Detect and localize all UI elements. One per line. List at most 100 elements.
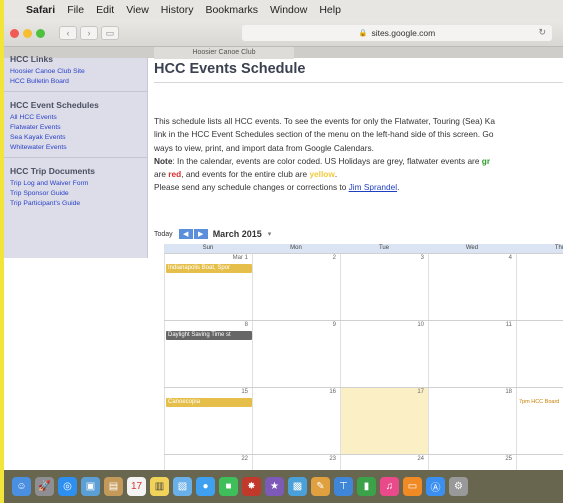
numbers-icon[interactable]: ▮ [357,477,376,496]
day-header: Tue [378,245,390,251]
app-store-icon[interactable]: ▩ [288,477,307,496]
ibooks-icon[interactable]: ▭ [403,477,422,496]
reload-icon[interactable]: ↻ [538,27,546,38]
desc-line: link in the HCC Event Schedules section … [154,129,494,140]
sidebar-toggle-button[interactable]: ▭ [101,26,119,40]
calendar-event[interactable]: Canoecopia [166,398,252,407]
calendar-day-cell[interactable] [516,455,563,470]
sidebar-link-participant-guide[interactable]: Trip Participant's Guide [10,200,141,207]
calendar-icon[interactable]: 17 [127,477,146,496]
calendar-day-cell-today[interactable]: 17 [340,388,428,455]
itunes-icon[interactable]: ♫ [380,477,399,496]
calendar-day-cell[interactable]: 23 [252,455,340,470]
close-window-button[interactable] [10,28,19,38]
sidebar-link-all-events[interactable]: All HCC Events [10,114,141,121]
pages-icon[interactable]: ✎ [311,477,330,496]
calendar-event[interactable]: 7pm HCC Board [519,399,559,405]
calendar-day-cell[interactable]: 7pm HCC Board [516,388,563,455]
notes-icon[interactable]: ▤ [104,477,123,496]
app-store-2-icon[interactable]: Ⓐ [426,477,445,496]
chevron-left-icon: ◀ [182,231,189,238]
address-bar[interactable]: 🔒 sites.google.com ↻ [242,25,552,41]
sidebar-link-bulletin-board[interactable]: HCC Bulletin Board [10,78,141,85]
color-text-c: . [334,169,338,180]
calendar-day-cell[interactable]: 18 [428,388,516,455]
corrections-text: Please send any schedule changes or corr… [154,182,349,193]
calendar-date: 9 [332,322,336,328]
facetime-icon[interactable]: ■ [219,477,238,496]
imovie-icon[interactable]: ★ [265,477,284,496]
calendar-today-button[interactable]: Today [154,231,173,238]
calendar-event[interactable]: Indianapolis Boat, Spor [166,264,252,273]
sidebar-link-flatwater[interactable]: Flatwater Events [10,124,141,131]
menu-bar: Safari File Edit View History Bookmarks … [4,0,563,20]
calendar-day-cell[interactable]: 25 [428,455,516,470]
calendar-day-cell[interactable] [516,321,563,388]
day-header: Sun [202,245,214,251]
zoom-window-button[interactable] [36,28,45,38]
photo-booth-icon[interactable]: ✸ [242,477,261,496]
menu-history[interactable]: History [161,4,194,16]
system-prefs-icon[interactable]: ⚙ [449,477,468,496]
calendar-date: Mar 1 [232,255,248,261]
sidebar-link-trip-log[interactable]: Trip Log and Waiver Form [10,180,141,187]
chevron-left-icon: ‹ [66,28,70,38]
menu-edit[interactable]: Edit [96,4,114,16]
calendar-event[interactable]: Daylight Saving Time st [166,331,252,340]
browser-window: ‹ › ▭ 🔒 sites.google.com ↻ Hoosier Canoe… [4,20,563,470]
menu-help[interactable]: Help [319,4,341,16]
sidebar-schedules-title: HCC Event Schedules [10,100,99,110]
safari-icon[interactable]: ◎ [58,477,77,496]
calendar-day-cell[interactable]: 22 [164,455,252,470]
photos-icon[interactable]: ▣ [81,477,100,496]
calendar-month-label: March 2015 [212,229,262,239]
menu-file[interactable]: File [67,4,84,16]
calendar-prev-button[interactable]: ◀ [178,229,193,239]
sidebar-link-sponsor-guide[interactable]: Trip Sponsor Guide [10,190,141,197]
day-header: Thu [554,245,563,251]
menu-window[interactable]: Window [270,4,307,16]
desc-line: This schedule lists all HCC events. To s… [154,116,495,126]
menu-view[interactable]: View [126,4,149,16]
calendar-day-cell[interactable]: Mar 1 Indianapolis Boat, Spor [164,254,252,321]
chevron-down-icon[interactable]: ▾ [268,230,272,238]
calendar-date: 2 [332,255,336,261]
calendar-day-cell[interactable]: 10 [340,321,428,388]
calendar-week-row: 22 23 24 25 [164,454,563,470]
calendar-date: 10 [417,322,424,328]
calendar-date: 25 [505,456,512,462]
launchpad-icon[interactable]: 🚀 [35,477,54,496]
menu-safari[interactable]: Safari [26,4,55,16]
finder-icon[interactable]: ☺ [12,477,31,496]
calendar-day-cell[interactable]: 15 Canoecopia [164,388,252,455]
chevron-right-icon: › [87,28,91,38]
minimize-window-button[interactable] [23,28,32,38]
calendar-day-cell[interactable]: 2 [252,254,340,321]
sidebar-link-sea-kayak[interactable]: Sea Kayak Events [10,134,141,141]
calendar-date: 8 [244,322,248,328]
messages-icon[interactable]: ● [196,477,215,496]
calendar-day-cell[interactable] [516,254,563,321]
contact-link-jim-sprandel[interactable]: Jim Sprandel [349,182,397,192]
sidebar-divider [4,91,147,92]
stickies-icon[interactable]: ▥ [150,477,169,496]
preview-icon[interactable]: ▧ [173,477,192,496]
back-button[interactable]: ‹ [59,26,77,40]
calendar-day-cell[interactable]: 11 [428,321,516,388]
color-text-b: , and events for the entire club are [181,169,310,180]
calendar-day-cell[interactable]: 16 [252,388,340,455]
calendar-day-cell[interactable]: 24 [340,455,428,470]
calendar-next-button[interactable]: ▶ [193,229,208,239]
forward-button[interactable]: › [80,26,98,40]
menu-bookmarks[interactable]: Bookmarks [205,4,258,16]
keynote-icon[interactable]: ⊤ [334,477,353,496]
calendar-day-cell[interactable]: 4 [428,254,516,321]
sidebar-link-whitewater[interactable]: Whitewater Events [10,144,141,151]
calendar-day-cell[interactable]: 3 [340,254,428,321]
calendar-day-cell[interactable]: 9 [252,321,340,388]
calendar-toolbar: Today ◀ ▶ March 2015 ▾ [154,227,271,241]
browser-toolbar: ‹ › ▭ 🔒 sites.google.com ↻ [4,20,563,46]
sidebar-link-hcc-site[interactable]: Hoosier Canoe Club Site [10,68,141,75]
calendar-week-row: Mar 1 Indianapolis Boat, Spor 2 3 4 [164,253,563,321]
calendar-day-cell[interactable]: 8 Daylight Saving Time st [164,321,252,388]
